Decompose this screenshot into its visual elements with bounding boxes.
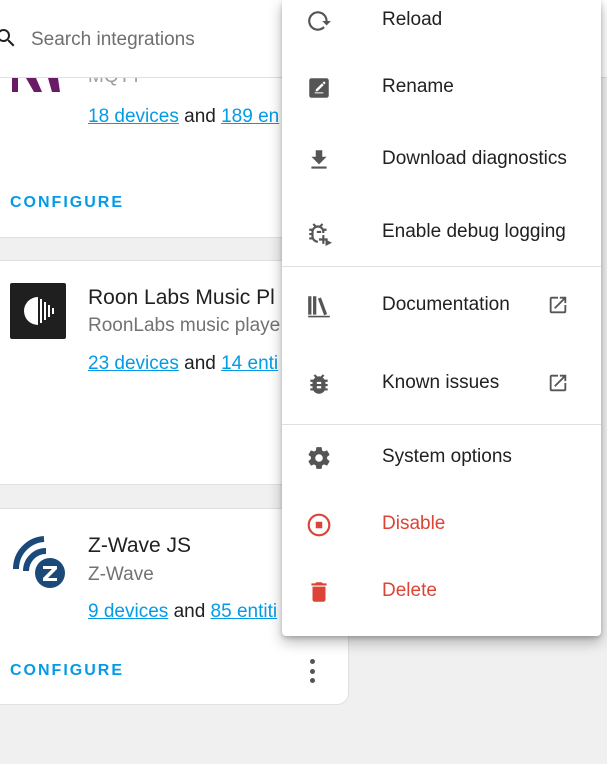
menu-item-label: Delete [382,580,437,601]
menu-item-disable[interactable]: Disable [282,496,601,552]
open-in-new-icon [549,374,567,392]
menu-divider [282,266,601,267]
card-title: MQTT [88,78,142,88]
menu-item-label: Documentation [382,294,510,315]
menu-item-label: Known issues [382,372,500,393]
menu-item-label: Disable [382,513,446,534]
configure-button[interactable]: CONFIGURE [10,194,124,212]
stop-circle-icon [307,513,331,537]
menu-item-enable-debug-logging[interactable]: Enable debug logging [282,204,601,260]
card-title: Roon Labs Music Pl [88,286,275,309]
library-icon [308,296,330,318]
card-links: 18 devices and 189 en [88,106,279,128]
bug-icon [310,374,328,394]
bug-play-icon [309,223,332,246]
menu-item-system-options[interactable]: System options [282,429,601,485]
card-subtitle: RoonLabs music playe [88,315,281,336]
download-icon [311,150,327,169]
reload-icon [308,11,331,31]
mqtt-logo [12,78,60,92]
card-links: 23 devices and 14 enti [88,353,278,375]
roon-logo [10,283,66,339]
entities-link[interactable]: 189 en [221,106,279,127]
menu-item-documentation[interactable]: Documentation [282,277,601,333]
search-icon [0,29,15,47]
menu-item-label: Enable debug logging [382,221,566,242]
card-subtitle: Z-Wave [88,564,154,585]
configure-button[interactable]: CONFIGURE [10,662,124,680]
menu-item-label: Download diagnostics [382,148,567,169]
overflow-menu: Reload Rename Download diagnostics Enabl… [282,0,601,636]
card-title: Z-Wave JS [88,534,192,557]
and-text: and [184,106,216,127]
trash-icon [311,582,327,602]
menu-item-label: System options [382,446,512,467]
and-text: and [173,601,206,622]
menu-item-label: Reload [382,9,443,30]
open-in-new-icon [549,296,567,314]
menu-item-delete[interactable]: Delete [282,563,601,619]
gear-icon [308,447,330,469]
zwave-logo [12,536,65,588]
entities-link[interactable]: 14 enti [221,353,278,374]
menu-item-reload[interactable]: Reload [282,0,601,48]
menu-item-rename[interactable]: Rename [282,59,601,115]
and-text: and [184,353,216,374]
devices-link[interactable]: 18 devices [88,106,179,127]
devices-link[interactable]: 9 devices [88,601,168,622]
menu-item-download-diagnostics[interactable]: Download diagnostics [282,131,601,187]
menu-divider [282,424,601,425]
devices-link[interactable]: 23 devices [88,353,179,374]
card-links: 9 devices and 85 entiti [88,601,277,623]
menu-item-label: Rename [382,76,454,97]
rename-icon [309,78,329,98]
menu-item-known-issues[interactable]: Known issues [282,355,601,411]
search-input[interactable]: Search integrations [31,29,195,51]
overflow-menu-icon[interactable] [302,656,322,686]
entities-link[interactable]: 85 entiti [211,601,278,622]
